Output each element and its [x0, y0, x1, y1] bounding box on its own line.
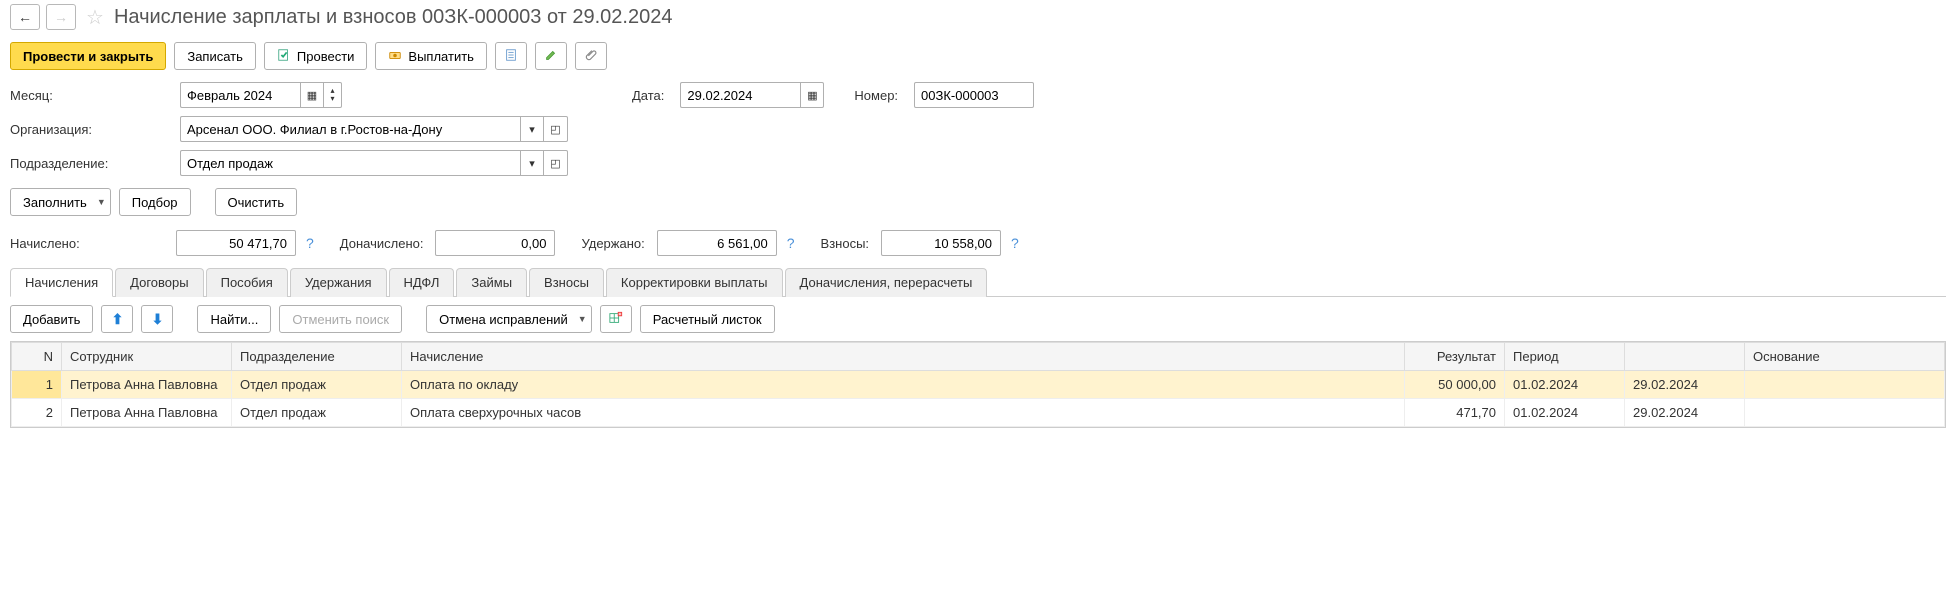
- open-icon: ◰: [550, 157, 560, 170]
- dept-dropdown-button[interactable]: ▾: [520, 150, 544, 176]
- grid-settings-button[interactable]: [600, 305, 632, 333]
- tab-3[interactable]: Удержания: [290, 268, 387, 297]
- contrib-label: Взносы:: [821, 236, 870, 251]
- arrow-left-icon: ←: [18, 9, 32, 25]
- cancel-search-button[interactable]: Отменить поиск: [279, 305, 402, 333]
- tab-8[interactable]: Доначисления, перерасчеты: [785, 268, 988, 297]
- chevron-down-icon: ▼: [578, 314, 587, 324]
- tab-6[interactable]: Взносы: [529, 268, 604, 297]
- extra-value[interactable]: [435, 230, 555, 256]
- month-input[interactable]: [180, 82, 300, 108]
- month-calendar-button[interactable]: ▦: [300, 82, 324, 108]
- calendar-icon: ▦: [807, 89, 817, 102]
- favorite-star-icon[interactable]: ☆: [86, 5, 104, 30]
- attach-button[interactable]: [575, 42, 607, 70]
- table-plus-icon: [609, 311, 623, 328]
- col-employee[interactable]: Сотрудник: [62, 343, 232, 371]
- dept-label: Подразделение:: [10, 156, 170, 171]
- add-row-button[interactable]: Добавить: [10, 305, 93, 333]
- accrued-help-icon[interactable]: ?: [306, 235, 314, 251]
- withheld-help-icon[interactable]: ?: [787, 235, 795, 251]
- contrib-help-icon[interactable]: ?: [1011, 235, 1019, 251]
- col-period-end[interactable]: [1625, 343, 1745, 371]
- col-dept[interactable]: Подразделение: [232, 343, 402, 371]
- post-icon: [277, 48, 291, 65]
- extra-label: Доначислено:: [340, 236, 424, 251]
- table-row[interactable]: 2Петрова Анна ПавловнаОтдел продажОплата…: [12, 399, 1945, 427]
- arrow-down-icon: ⬇: [152, 311, 164, 328]
- month-label: Месяц:: [10, 88, 170, 103]
- pay-button[interactable]: Выплатить: [375, 42, 487, 70]
- document-lines-icon: [504, 48, 518, 65]
- withheld-label: Удержано:: [581, 236, 644, 251]
- chevron-down-icon: ▼: [97, 197, 106, 207]
- paperclip-icon: [584, 48, 598, 65]
- save-button[interactable]: Записать: [174, 42, 256, 70]
- number-input[interactable]: [914, 82, 1034, 108]
- undo-corrections-button[interactable]: Отмена исправлений ▼: [426, 305, 592, 333]
- chevron-down-icon: ▾: [330, 95, 334, 103]
- tab-1[interactable]: Договоры: [115, 268, 203, 297]
- withheld-value[interactable]: [657, 230, 777, 256]
- calendar-icon: ▦: [307, 89, 317, 102]
- date-label: Дата:: [632, 88, 664, 103]
- col-result[interactable]: Результат: [1405, 343, 1505, 371]
- org-open-button[interactable]: ◰: [544, 116, 568, 142]
- arrow-right-icon: →: [54, 9, 68, 25]
- payslip-button[interactable]: Расчетный листок: [640, 305, 775, 333]
- accrued-label: Начислено:: [10, 236, 170, 251]
- open-icon: ◰: [550, 123, 560, 136]
- org-input[interactable]: [180, 116, 520, 142]
- chevron-down-icon: ▾: [529, 123, 535, 136]
- nav-back-button[interactable]: ←: [10, 4, 40, 30]
- contrib-value[interactable]: [881, 230, 1001, 256]
- pay-icon: [388, 48, 402, 65]
- move-up-button[interactable]: ⬆: [101, 305, 133, 333]
- tab-4[interactable]: НДФЛ: [389, 268, 455, 297]
- nav-forward-button[interactable]: →: [46, 4, 76, 30]
- clear-button[interactable]: Очистить: [215, 188, 298, 216]
- org-dropdown-button[interactable]: ▾: [520, 116, 544, 142]
- post-button[interactable]: Провести: [264, 42, 368, 70]
- chevron-down-icon: ▾: [529, 157, 535, 170]
- pencil-icon: [544, 48, 558, 65]
- accrued-value[interactable]: [176, 230, 296, 256]
- col-basis[interactable]: Основание: [1745, 343, 1945, 371]
- table-row[interactable]: 1Петрова Анна ПавловнаОтдел продажОплата…: [12, 371, 1945, 399]
- col-accrual[interactable]: Начисление: [402, 343, 1405, 371]
- page-title: Начисление зарплаты и взносов 00ЗК-00000…: [114, 6, 673, 29]
- tab-0[interactable]: Начисления: [10, 268, 113, 297]
- date-input[interactable]: [680, 82, 800, 108]
- date-calendar-button[interactable]: ▦: [800, 82, 824, 108]
- dept-input[interactable]: [180, 150, 520, 176]
- move-down-button[interactable]: ⬇: [141, 305, 173, 333]
- month-spinner[interactable]: ▴▾: [324, 82, 342, 108]
- col-n[interactable]: N: [12, 343, 62, 371]
- fill-button[interactable]: Заполнить ▼: [10, 188, 111, 216]
- tab-2[interactable]: Пособия: [206, 268, 288, 297]
- number-label: Номер:: [854, 88, 898, 103]
- tab-5[interactable]: Займы: [456, 268, 527, 297]
- report-button[interactable]: [495, 42, 527, 70]
- post-and-close-button[interactable]: Провести и закрыть: [10, 42, 166, 70]
- accruals-grid[interactable]: N Сотрудник Подразделение Начисление Рез…: [10, 341, 1946, 428]
- arrow-up-icon: ⬆: [112, 311, 124, 328]
- select-button[interactable]: Подбор: [119, 188, 191, 216]
- dept-open-button[interactable]: ◰: [544, 150, 568, 176]
- org-label: Организация:: [10, 122, 170, 137]
- edit-button[interactable]: [535, 42, 567, 70]
- tab-7[interactable]: Корректировки выплаты: [606, 268, 783, 297]
- col-period[interactable]: Период: [1505, 343, 1625, 371]
- find-button[interactable]: Найти...: [197, 305, 271, 333]
